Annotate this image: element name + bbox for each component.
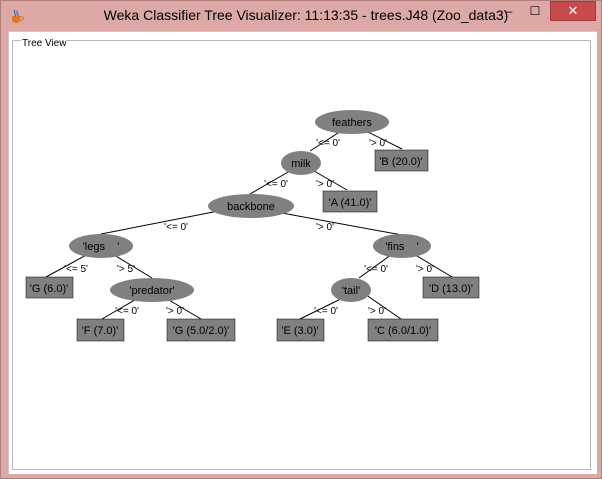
node-label: feathers [332, 117, 372, 129]
maximize-button[interactable]: ☐ [522, 1, 548, 21]
leaf-f[interactable]: 'F (7.0)' [76, 318, 125, 342]
edge-label: '<= 0' [164, 222, 188, 233]
edge-label: '> 0' [368, 306, 386, 317]
leaf-label: 'F (7.0)' [82, 325, 119, 337]
edge-label: '<= 0' [264, 179, 288, 190]
node-label: backbone [227, 201, 275, 213]
leaf-label: 'A (41.0)' [329, 197, 372, 209]
node-label: 'legs ' [83, 241, 120, 253]
leaf-label: 'G (5.0/2.0)' [173, 325, 230, 337]
leaf-e[interactable]: 'E (3.0)' [276, 318, 325, 342]
node-label: 'fins ' [385, 241, 419, 253]
leaf-b[interactable]: 'B (20.0)' [374, 149, 429, 172]
node-feathers[interactable]: feathers [315, 110, 389, 134]
leaf-d[interactable]: 'D (13.0)' [422, 276, 480, 299]
leaf-c[interactable]: 'C (6.0/1.0)' [367, 318, 439, 342]
node-fins[interactable]: 'fins ' [373, 234, 431, 258]
minimize-button[interactable]: – [496, 1, 522, 21]
title-bar[interactable]: Weka Classifier Tree Visualizer: 11:13:3… [1, 1, 601, 31]
edge-label: '<= 0' [364, 264, 388, 275]
edge-label: '<= 0' [115, 306, 139, 317]
edge-label: '> 0' [316, 222, 334, 233]
leaf-g1[interactable]: 'G (6.0)' [25, 276, 74, 299]
edge-label: '> 0' [416, 264, 434, 275]
leaf-label: 'E (3.0)' [281, 325, 318, 337]
app-window: Weka Classifier Tree Visualizer: 11:13:3… [0, 0, 602, 479]
leaf-label: 'G (6.0)' [30, 283, 68, 295]
node-label: milk [291, 158, 311, 170]
leaf-a[interactable]: 'A (41.0)' [322, 190, 378, 213]
leaf-label: 'C (6.0/1.0)' [375, 325, 431, 337]
leaf-label: 'B (20.0)' [379, 156, 422, 168]
node-legs[interactable]: 'legs ' [69, 234, 133, 258]
edge-label: '<= 0' [314, 306, 338, 317]
edge-label: '> 0' [369, 138, 387, 149]
node-label: 'tail' [342, 285, 360, 297]
close-button[interactable]: ✕ [550, 1, 596, 21]
node-milk[interactable]: milk [281, 151, 321, 175]
decision-tree[interactable]: '<= 0' '> 0' '<= 0' '> 0' '<= 0' '> 0' '… [9, 32, 598, 475]
node-backbone[interactable]: backbone [208, 194, 294, 218]
node-predator[interactable]: 'predator' [110, 278, 194, 302]
leaf-g2[interactable]: 'G (5.0/2.0)' [166, 318, 236, 342]
edge-label: '> 5' [117, 264, 135, 275]
leaf-label: 'D (13.0)' [429, 283, 473, 295]
node-tail[interactable]: 'tail' [331, 278, 371, 302]
edge-label: '<= 0' [316, 138, 340, 149]
edge-label: '> 0' [316, 179, 334, 190]
edge-label: '<= 5' [64, 264, 88, 275]
client-area: Tree View '<= 0' '> 0' '<= 0' '> 0' '<= … [8, 31, 597, 474]
edge-label: '> 0' [166, 306, 184, 317]
node-label: 'predator' [129, 285, 174, 297]
